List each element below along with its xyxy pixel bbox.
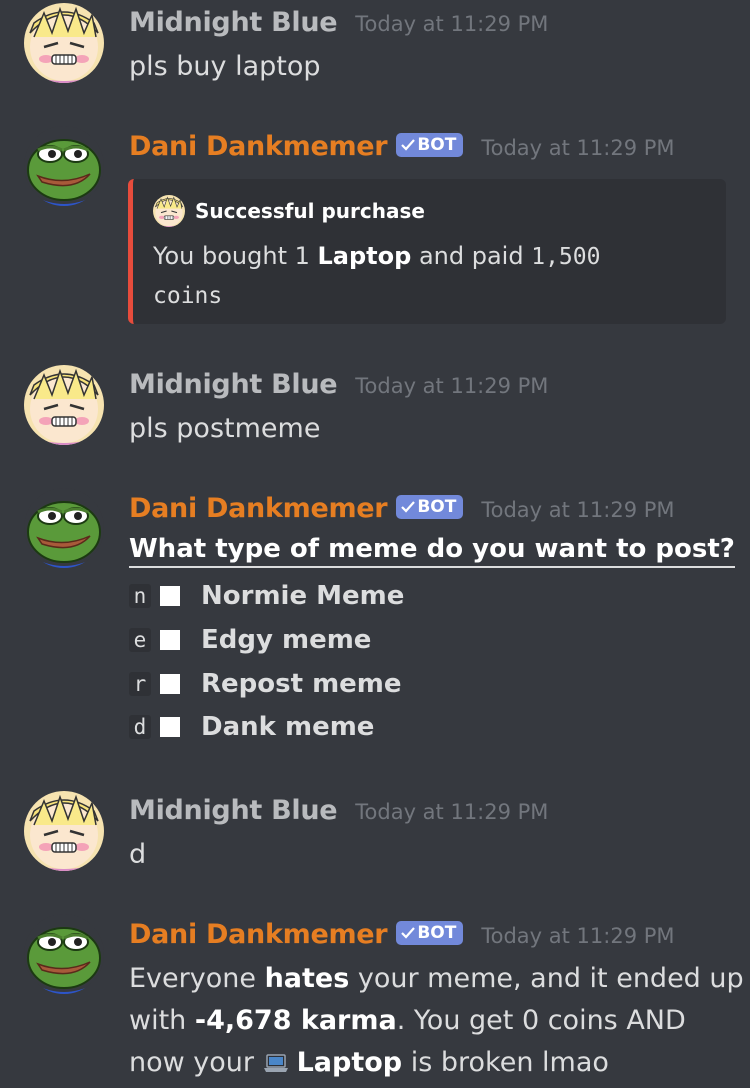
option-normie: n Normie Meme <box>129 581 404 611</box>
option-key: e <box>129 628 151 652</box>
option-dank: d Dank meme <box>129 712 374 742</box>
checkmark-icon <box>401 927 416 939</box>
username[interactable]: Midnight Blue <box>129 369 338 400</box>
username[interactable]: Dani Dankmemer <box>129 919 388 950</box>
bot-tag-label: BOT <box>417 135 457 155</box>
embed: Successful purchase You bought 1 Laptop … <box>128 179 726 324</box>
bot-tag-label: BOT <box>417 497 457 517</box>
option-key: r <box>129 672 151 696</box>
option-repost: r Repost meme <box>129 669 402 699</box>
pepe-avatar-icon <box>24 488 104 568</box>
timestamp: Today at 11:29 PM <box>355 12 549 36</box>
embed-description: You bought 1 Laptop and paid 1,500 coins <box>153 242 601 309</box>
avatar[interactable] <box>24 126 104 206</box>
square-icon <box>160 630 180 650</box>
checkmark-icon <box>401 501 416 513</box>
timestamp: Today at 11:29 PM <box>481 136 675 160</box>
embed-author-icon <box>153 195 185 227</box>
option-label: Edgy meme <box>201 625 372 655</box>
meme-question: What type of meme do you want to post? <box>129 534 735 568</box>
message-text: pls buy laptop <box>129 51 321 82</box>
avatar[interactable] <box>24 791 104 871</box>
avatar[interactable] <box>24 365 104 445</box>
checkmark-icon <box>401 139 416 151</box>
pepe-avatar-icon <box>24 914 104 994</box>
square-icon <box>160 586 180 606</box>
option-label: Dank meme <box>201 712 375 742</box>
embed-author: Successful purchase <box>153 195 425 227</box>
option-label: Repost meme <box>201 669 402 699</box>
username[interactable]: Midnight Blue <box>129 7 338 38</box>
bot-tag: BOT <box>396 495 464 519</box>
timestamp: Today at 11:29 PM <box>481 498 675 522</box>
timestamp: Today at 11:29 PM <box>355 800 549 824</box>
square-icon <box>160 674 180 694</box>
option-key: d <box>129 715 151 739</box>
girl-avatar-icon <box>24 791 104 871</box>
timestamp: Today at 11:29 PM <box>481 924 675 948</box>
message-text: d <box>129 839 147 870</box>
bot-tag: BOT <box>396 133 464 157</box>
square-icon <box>160 717 180 737</box>
laptop-icon <box>263 1054 288 1072</box>
embed-title: Successful purchase <box>195 199 425 223</box>
bot-tag: BOT <box>396 921 464 945</box>
username[interactable]: Dani Dankmemer <box>129 493 388 524</box>
option-label: Normie Meme <box>201 581 405 611</box>
avatar[interactable] <box>24 3 104 83</box>
option-key: n <box>129 584 151 608</box>
result-text: Everyone hates your meme, and it ended u… <box>129 963 744 1078</box>
timestamp: Today at 11:29 PM <box>355 374 549 398</box>
girl-avatar-icon <box>24 3 104 83</box>
pepe-avatar-icon <box>24 126 104 206</box>
message-text: pls postmeme <box>129 413 321 444</box>
username[interactable]: Midnight Blue <box>129 795 338 826</box>
option-edgy: e Edgy meme <box>129 625 371 655</box>
avatar[interactable] <box>24 488 104 568</box>
username[interactable]: Dani Dankmemer <box>129 131 388 162</box>
girl-avatar-icon <box>24 365 104 445</box>
bot-tag-label: BOT <box>417 923 457 943</box>
avatar[interactable] <box>24 914 104 994</box>
